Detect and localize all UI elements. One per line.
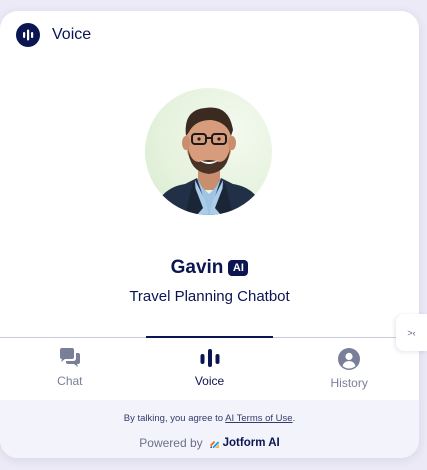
- tab-chat[interactable]: Chat: [0, 338, 140, 400]
- voice-bars-icon: [200, 349, 219, 367]
- jotform-ai-brand[interactable]: Jotform AI: [209, 437, 280, 449]
- ai-badge: AI: [228, 260, 249, 276]
- widget-footer: By talking, you agree to AI Terms of Use…: [0, 400, 419, 458]
- terms-suffix: .: [292, 413, 296, 424]
- terms-prefix: By talking, you agree to: [123, 413, 226, 424]
- brand-name: Jotform AI: [222, 437, 280, 449]
- agent-photo: [153, 107, 265, 215]
- ai-terms-link[interactable]: AI Terms of Use: [225, 413, 292, 424]
- tab-chat-label: Chat: [57, 374, 83, 388]
- jotform-logo-icon: [209, 440, 219, 448]
- agent-name: Gavin: [170, 257, 224, 278]
- collapse-toggle[interactable]: >‹: [396, 314, 427, 351]
- widget-header: Voice: [16, 23, 91, 47]
- agent-subtitle: Travel Planning Chatbot: [129, 288, 290, 305]
- powered-by-text: Powered by: [139, 436, 203, 450]
- agent-name-row: Gavin AI: [0, 257, 419, 279]
- tab-voice-label: Voice: [194, 374, 225, 388]
- collapse-arrows-icon: >‹: [407, 327, 416, 338]
- powered-by: Powered by Jotform AI: [0, 436, 419, 450]
- user-circle-icon: [338, 348, 361, 370]
- chat-bubbles-icon: [59, 348, 80, 367]
- voice-bars-icon: [16, 23, 40, 47]
- voice-widget: Voice Gavin AI Travel Planning Chatbot C…: [0, 11, 419, 458]
- tab-history-label: History: [330, 376, 368, 390]
- header-title: Voice: [52, 26, 92, 43]
- terms-notice: By talking, you agree to AI Terms of Use…: [0, 413, 419, 424]
- tab-bar: Chat Voice History: [0, 336, 419, 400]
- agent-avatar: [145, 88, 272, 215]
- tab-voice[interactable]: Voice: [140, 336, 280, 400]
